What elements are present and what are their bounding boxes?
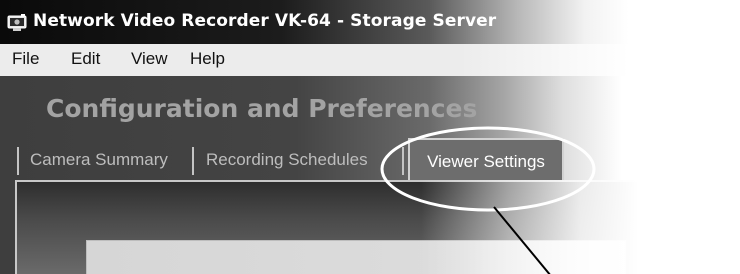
tab-separator [402,147,404,175]
tab-separator [17,147,19,175]
tab-recording-schedules[interactable]: Recording Schedules [206,144,368,180]
menu-edit[interactable]: Edit [71,49,100,69]
tab-viewer-settings[interactable]: Viewer Settings [408,138,564,182]
tab-separator [192,147,194,175]
title-bar[interactable]: Network Video Recorder VK-64 - Storage S… [0,0,740,44]
application-window: Network Video Recorder VK-64 - Storage S… [0,0,740,274]
page-title: Configuration and Preferences [46,94,478,123]
settings-group-box-right [688,240,740,274]
app-camera-icon [7,14,27,31]
menu-bar: File Edit View Help [0,44,740,76]
menu-file[interactable]: File [12,49,39,69]
menu-view[interactable]: View [131,49,168,69]
settings-group-box [86,240,626,274]
tab-camera-summary[interactable]: Camera Summary [30,144,168,180]
window-title: Network Video Recorder VK-64 - Storage S… [33,11,497,31]
menu-help[interactable]: Help [190,49,225,69]
